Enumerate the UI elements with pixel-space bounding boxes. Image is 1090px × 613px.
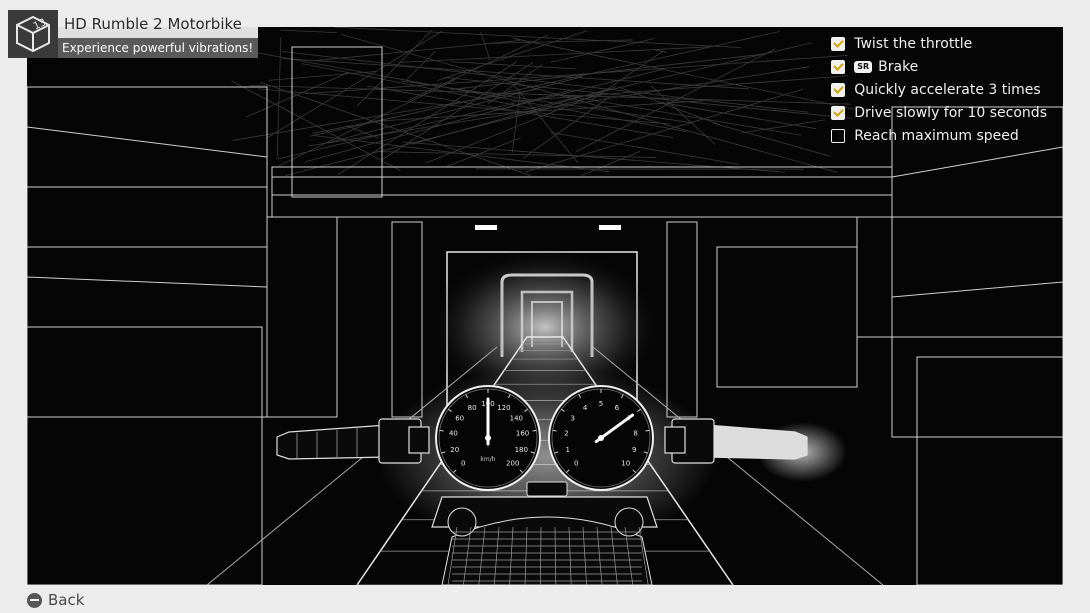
checkbox-icon	[831, 37, 846, 52]
speedometer-gauge: 020406080100120140160180200km/h	[435, 385, 541, 491]
cube-13-icon: 13	[8, 10, 58, 58]
tachometer-gauge: 012345678910	[548, 385, 654, 491]
checkbox-icon	[831, 105, 846, 120]
gauge-tick-label: 10	[621, 460, 630, 468]
task-checklist: Twist the throttle SR Brake Quickly acce…	[831, 33, 1047, 147]
speed-unit-label: km/h	[480, 456, 495, 463]
page-subtitle: Experience powerful vibrations!	[58, 38, 258, 58]
task-label: Quickly accelerate 3 times	[854, 81, 1041, 98]
task-item-max-speed: Reach maximum speed	[831, 124, 1047, 147]
app-header: 13 HD Rumble 2 Motorbike Experience powe…	[8, 10, 258, 58]
task-label: Twist the throttle	[854, 36, 973, 53]
checkbox-icon	[831, 60, 846, 75]
checkbox-icon	[831, 128, 846, 143]
task-label: Brake	[878, 59, 919, 76]
task-item-drive-slowly: Drive slowly for 10 seconds	[831, 101, 1047, 124]
gauge-tick-label: 20	[450, 446, 459, 454]
gauge-tick-label: 60	[455, 414, 464, 422]
gauge-tick-label: 2	[564, 430, 568, 438]
gauge-tick-label: 8	[633, 430, 637, 438]
gauge-tick-label: 0	[461, 460, 465, 468]
back-label: Back	[48, 591, 85, 609]
back-button[interactable]: Back	[27, 589, 84, 611]
gauge-tick-label: 160	[516, 430, 529, 438]
gauge-tick-label: 5	[599, 400, 603, 408]
gauge-tick-label: 120	[497, 404, 510, 412]
page-title: HD Rumble 2 Motorbike	[58, 10, 258, 38]
gauge-tick-label: 9	[632, 446, 636, 454]
gauge-tick-label: 180	[515, 446, 528, 454]
gauge-tick-label: 40	[449, 430, 458, 438]
gauge-tick-label: 6	[615, 404, 620, 412]
gauge-tick-label: 3	[570, 414, 574, 422]
task-label: Reach maximum speed	[854, 127, 1019, 144]
gauge-tick-label: 200	[506, 460, 519, 468]
gauge-tick-label: 1	[565, 446, 569, 454]
checkbox-icon	[831, 82, 846, 97]
minus-button-icon	[27, 592, 42, 608]
gauge-tick-label: 140	[510, 414, 523, 422]
gauge-tick-label: 80	[468, 404, 477, 412]
header-icon-number: 13	[32, 17, 48, 32]
task-item-twist-throttle: Twist the throttle	[831, 33, 1047, 56]
task-item-brake: SR Brake	[831, 56, 1047, 79]
gauge-tick-label: 0	[574, 460, 578, 468]
sr-button-icon: SR	[854, 61, 873, 74]
task-label: Drive slowly for 10 seconds	[854, 104, 1047, 121]
gauge-tick-label: 4	[583, 404, 588, 412]
task-item-quick-accelerate: Quickly accelerate 3 times	[831, 79, 1047, 102]
